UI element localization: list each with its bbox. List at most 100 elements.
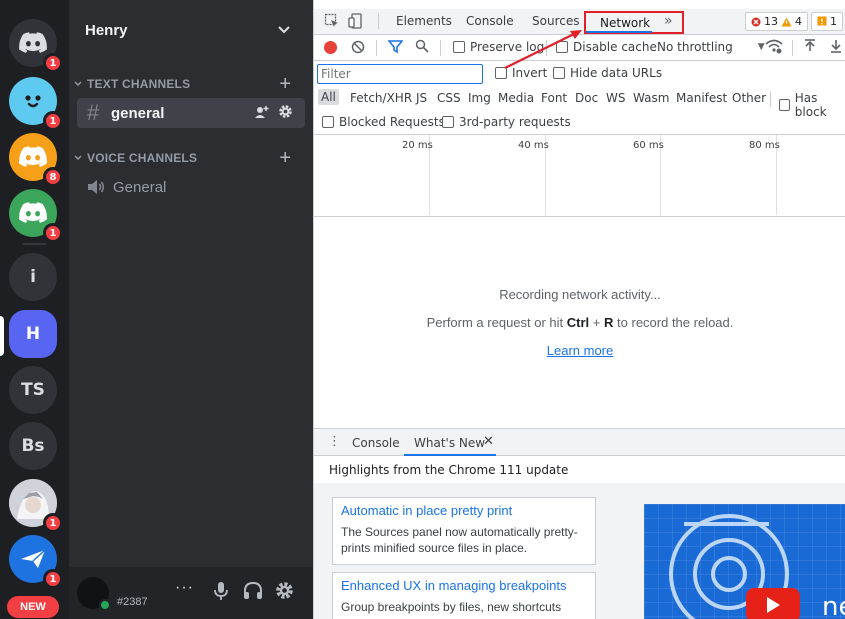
checkbox-icon (779, 99, 790, 111)
tab-sources[interactable]: Sources (532, 14, 579, 28)
microphone-icon[interactable] (213, 581, 229, 607)
drawer-tab-console[interactable]: Console (352, 436, 400, 450)
guild-name[interactable]: Henry (85, 22, 128, 39)
type-filter-css[interactable]: CSS (437, 91, 461, 105)
drawer-menu-icon[interactable]: ⋮ (328, 434, 341, 449)
filter-icon[interactable] (387, 39, 404, 58)
feature-card-text: The Sources panel now automatically pret… (341, 525, 578, 555)
server-icon-green[interactable]: 1 (9, 189, 63, 243)
third-party-label: 3rd-party requests (459, 115, 571, 129)
server-icon-paper-plane[interactable]: 1 (9, 535, 63, 589)
invite-user-icon[interactable] (254, 104, 270, 120)
server-icon-bs[interactable]: Bs (9, 422, 57, 470)
type-filter-js[interactable]: JS (416, 91, 427, 105)
toolbar-divider (770, 91, 771, 107)
error-count: 13 (764, 15, 778, 28)
text-channels-category[interactable]: TEXT CHANNELS (73, 77, 190, 91)
type-filter-manifest[interactable]: Manifest (676, 91, 727, 105)
online-status-icon (99, 599, 111, 611)
type-filter-fetch-xhr[interactable]: Fetch/XHR (350, 91, 412, 105)
more-icon[interactable]: ··· (175, 579, 194, 597)
filter-input[interactable] (317, 64, 483, 84)
reload-hint: Perform a request or hit Ctrl + R to rec… (426, 315, 734, 330)
drawer-tab-whats-new[interactable]: What's New (414, 436, 485, 450)
type-filter-media[interactable]: Media (498, 91, 534, 105)
new-servers-tag[interactable]: NEW (7, 596, 59, 618)
server-icon-i[interactable]: i (9, 253, 57, 301)
server-icon-anime[interactable]: 1 (9, 479, 63, 533)
gear-icon[interactable] (275, 581, 294, 606)
search-icon[interactable] (415, 39, 429, 57)
timeline-overview[interactable]: 20 ms 40 ms 60 ms 80 ms (314, 135, 845, 217)
network-toolbar: Preserve log Disable cache No throttling… (314, 35, 845, 61)
third-party-checkbox[interactable]: 3rd-party requests (442, 115, 571, 129)
server-icon-orange[interactable]: 8 (9, 133, 63, 187)
invert-checkbox[interactable]: Invert (495, 66, 547, 80)
hide-data-urls-checkbox[interactable]: Hide data URLs (553, 66, 662, 80)
feature-card[interactable]: Enhanced UX in managing breakpoints Grou… (332, 572, 596, 619)
type-filter-other[interactable]: Other (732, 91, 766, 105)
network-conditions-icon[interactable] (765, 39, 783, 58)
chevron-down-icon (74, 155, 82, 161)
learn-more-link[interactable]: Learn more (314, 343, 845, 358)
error-warning-counter[interactable]: 13 4 (745, 12, 808, 31)
server-icon-h[interactable]: H (9, 310, 57, 358)
toolbar-divider (376, 40, 377, 56)
shortcut-key: R (604, 315, 614, 330)
close-icon[interactable]: ✕ (483, 434, 494, 449)
export-har-icon[interactable] (830, 39, 842, 57)
feature-card-title[interactable]: Automatic in place pretty print (341, 503, 587, 518)
server-icon-ts[interactable]: TS (9, 366, 57, 414)
type-filter-ws[interactable]: WS (606, 91, 625, 105)
inspect-element-icon[interactable] (324, 13, 340, 29)
network-empty-state: Recording network activity... Perform a … (314, 217, 845, 428)
feature-card-title[interactable]: Enhanced UX in managing breakpoints (341, 578, 587, 593)
tab-network[interactable]: Network » (584, 11, 684, 34)
tab-console[interactable]: Console (466, 14, 514, 28)
gear-icon[interactable] (278, 104, 293, 119)
toolbar-divider (546, 40, 547, 56)
import-har-icon[interactable] (804, 39, 816, 57)
throttling-select[interactable]: No throttling ▼ (657, 40, 765, 54)
headphones-icon[interactable] (243, 581, 263, 607)
discord-logo-icon (19, 146, 47, 167)
channel-general[interactable]: # general (77, 98, 305, 128)
recording-message: Recording network activity... (499, 287, 661, 302)
record-icon[interactable] (324, 41, 337, 54)
filter-row: Invert Hide data URLs (314, 61, 845, 87)
type-filter-wasm[interactable]: Wasm (633, 91, 669, 105)
add-channel-icon[interactable]: + (279, 74, 291, 94)
clear-icon[interactable] (351, 40, 365, 58)
channel-label: General (113, 178, 167, 196)
chrome-promo-graphic (644, 504, 845, 619)
feature-card[interactable]: Automatic in place pretty print The Sour… (332, 497, 596, 565)
preserve-log-checkbox[interactable]: Preserve log (453, 40, 544, 54)
unread-badge: 1 (43, 111, 63, 131)
paper-plane-icon (21, 549, 46, 568)
type-filter-doc[interactable]: Doc (575, 91, 598, 105)
discord-home-button[interactable]: 1 (9, 19, 63, 73)
checkbox-icon (442, 116, 454, 128)
voice-channels-category[interactable]: VOICE CHANNELS (73, 151, 197, 165)
disable-cache-checkbox[interactable]: Disable cache (556, 40, 657, 54)
type-filter-img[interactable]: Img (468, 91, 491, 105)
issues-counter[interactable]: 1 (811, 12, 843, 31)
more-tabs-icon[interactable]: » (664, 13, 673, 29)
user-panel: #2387 ··· (69, 567, 313, 619)
type-filter-all[interactable]: All (318, 89, 339, 105)
type-filter-font[interactable]: Font (541, 91, 567, 105)
tab-elements[interactable]: Elements (396, 14, 452, 28)
issue-flag-icon (817, 16, 827, 26)
server-icon-blue[interactable]: 1 (9, 77, 63, 131)
channel-voice-general[interactable]: General (77, 172, 305, 202)
toolbar-divider (378, 13, 379, 29)
checkbox-icon (453, 41, 465, 53)
hide-data-urls-label: Hide data URLs (570, 66, 663, 80)
chevron-down-icon[interactable] (277, 22, 291, 38)
warning-icon (781, 17, 792, 26)
timeline-tick-label: 60 ms (633, 140, 664, 151)
blocked-requests-checkbox[interactable]: Blocked Requests (322, 115, 445, 129)
whats-new-video-thumbnail[interactable]: ne (644, 504, 845, 619)
add-channel-icon[interactable]: + (279, 148, 291, 168)
device-toolbar-icon[interactable] (348, 13, 364, 29)
